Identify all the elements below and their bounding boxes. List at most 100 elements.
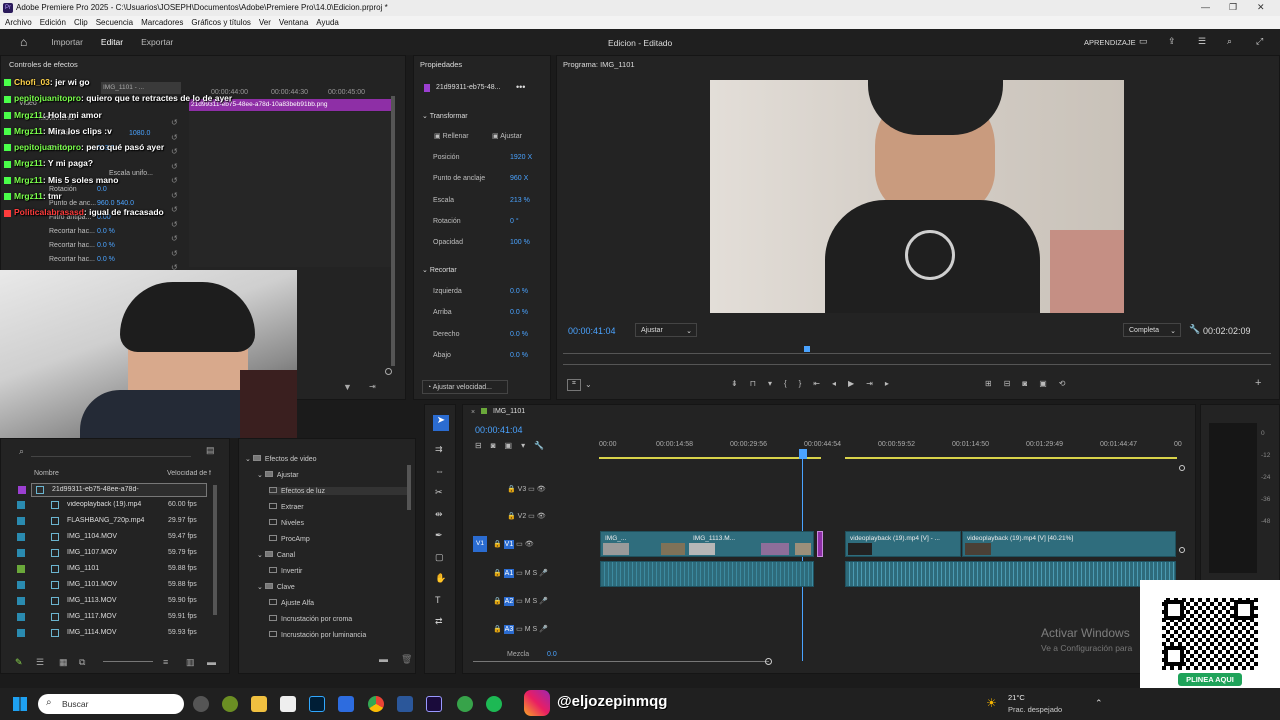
timeline-ruler[interactable]: 00:00 00:00:14:58 00:00:29:56 00:00:44:5… bbox=[599, 441, 1182, 457]
layout-icon[interactable]: ▭ bbox=[1139, 36, 1148, 47]
new-bin-icon[interactable]: ▤ bbox=[206, 445, 215, 456]
work-area-bar[interactable] bbox=[599, 457, 821, 459]
program-timecode[interactable]: 00:00:41:04 bbox=[568, 326, 616, 336]
label-color-swatch[interactable] bbox=[17, 597, 25, 605]
project-item[interactable]: IMG_1101 59.88 fps bbox=[15, 563, 211, 577]
prop-rotation-value[interactable]: 0 ° bbox=[510, 218, 519, 225]
ec-export-icon[interactable]: ⇥ bbox=[369, 382, 376, 391]
new-folder-icon[interactable]: ▬ bbox=[379, 654, 388, 664]
menu-secuencia[interactable]: Secuencia bbox=[96, 18, 133, 27]
safe-margin-icon[interactable]: ⌗ bbox=[567, 379, 581, 391]
label-color-swatch[interactable] bbox=[18, 486, 26, 494]
effects-folder[interactable]: ⌄ Efectos de video bbox=[245, 455, 317, 463]
track-a3-header[interactable]: 🔒 A3 ▭ M S 🎤 bbox=[493, 625, 548, 634]
menu-ver[interactable]: Ver bbox=[259, 18, 271, 27]
freeform-view-icon[interactable]: ⧉ bbox=[79, 657, 85, 668]
chrome-icon[interactable] bbox=[368, 696, 384, 712]
file-explorer-icon[interactable] bbox=[251, 696, 267, 712]
minimize-button[interactable]: — bbox=[1201, 2, 1210, 12]
project-item[interactable]: 21d99311-eb75-48ee-a78d- bbox=[18, 483, 207, 497]
effects-folder[interactable]: ⌄ Canal bbox=[257, 551, 295, 559]
col-name[interactable]: Nombre bbox=[34, 470, 59, 477]
project-item[interactable]: IMG_1113.MOV 59.90 fps bbox=[15, 595, 211, 609]
chevron-up-icon[interactable]: ⌃ bbox=[1095, 698, 1103, 709]
program-zoom-bar[interactable] bbox=[563, 364, 1271, 370]
ec-row-9-value[interactable]: 0.0 % bbox=[97, 242, 115, 249]
v1-clip-videoplayback-speed[interactable]: videoplayback (19).mp4 [V] [40.21%] bbox=[962, 531, 1176, 557]
crop-top-value[interactable]: 0.0 % bbox=[510, 309, 528, 316]
photoshop-icon[interactable] bbox=[309, 696, 325, 712]
taskbar-app-icon[interactable] bbox=[280, 696, 296, 712]
timeline-tab[interactable]: IMG_1101 bbox=[493, 408, 525, 415]
word-icon[interactable] bbox=[397, 696, 413, 712]
list-view-icon[interactable]: ☰ bbox=[36, 657, 44, 668]
effects-item[interactable]: Ajuste Alfa bbox=[269, 599, 314, 607]
timeline-vscroll-handle[interactable] bbox=[1179, 465, 1185, 471]
crop-bottom-value[interactable]: 0.0 % bbox=[510, 352, 528, 359]
chevron-down-icon[interactable]: ⌄ bbox=[245, 456, 253, 463]
a1-audio-clip-videoplayback[interactable] bbox=[845, 561, 1176, 587]
maximize-button[interactable]: ❐ bbox=[1229, 2, 1237, 13]
track-v3-header[interactable]: 🔒 V3 ▭ 👁 bbox=[507, 485, 546, 493]
mix-value[interactable]: 0.0 bbox=[547, 651, 557, 658]
effects-item[interactable]: Niveles bbox=[269, 519, 304, 527]
transform-section[interactable]: ⌄ Transformar bbox=[422, 112, 468, 120]
track-a1-header[interactable]: 🔒 A1 ▭ M S 🎤 bbox=[493, 569, 548, 578]
project-item[interactable]: IMG_1104.MOV 59.47 fps bbox=[15, 531, 211, 545]
program-ruler[interactable] bbox=[563, 346, 1271, 354]
work-area-bar[interactable] bbox=[845, 457, 1177, 459]
premiere-taskbar-icon[interactable] bbox=[426, 696, 442, 712]
more-icon[interactable]: ••• bbox=[516, 82, 525, 92]
project-scrollbar[interactable] bbox=[213, 485, 217, 615]
tab-exportar[interactable]: Exportar bbox=[141, 37, 173, 47]
effects-scrollbar[interactable] bbox=[407, 465, 411, 510]
menu-marcadores[interactable]: Marcadores bbox=[141, 18, 183, 27]
prop-opacity-value[interactable]: 100 % bbox=[510, 239, 530, 246]
menu-ventana[interactable]: Ventana bbox=[279, 18, 308, 27]
project-item[interactable]: videoplayback (19).mp4 60.00 fps bbox=[15, 499, 211, 513]
timeline-vscroll-handle[interactable] bbox=[1179, 547, 1185, 553]
effects-item[interactable]: ProcAmp bbox=[269, 535, 310, 543]
timeline-toolbar[interactable]: ⊟◙▣▾🔧 bbox=[475, 441, 553, 450]
menu-ayuda[interactable]: Ayuda bbox=[316, 18, 339, 27]
taskbar-app-icon[interactable] bbox=[193, 696, 209, 712]
taskbar-app-icon[interactable] bbox=[338, 696, 354, 712]
taskbar-app-icon[interactable] bbox=[222, 696, 238, 712]
project-item[interactable]: IMG_1107.MOV 59.79 fps bbox=[15, 547, 211, 561]
home-icon[interactable]: ⌂ bbox=[20, 35, 27, 49]
menu-archivo[interactable]: Archivo bbox=[5, 18, 32, 27]
program-extra-controls[interactable]: ⊞⊟◙▣⟲ bbox=[985, 379, 1078, 388]
menu-edicion[interactable]: Edición bbox=[40, 18, 66, 27]
folder-icon[interactable]: ▬ bbox=[207, 657, 216, 667]
ec-row-8-value[interactable]: 0.0 % bbox=[97, 228, 115, 235]
tab-editar[interactable]: Editar bbox=[101, 37, 123, 47]
quality-dropdown[interactable]: Completa ⌄ bbox=[1123, 323, 1181, 337]
crop-left-value[interactable]: 0.0 % bbox=[510, 288, 528, 295]
fit-fill-button[interactable]: ▣ Rellenar bbox=[434, 132, 469, 140]
timeline-playhead-line[interactable] bbox=[802, 455, 803, 661]
label-color-swatch[interactable] bbox=[17, 501, 25, 509]
effects-folder[interactable]: ⌄ Clave bbox=[257, 583, 295, 591]
menu-graficos[interactable]: Gráficos y títulos bbox=[191, 18, 251, 27]
program-playhead[interactable] bbox=[803, 346, 810, 352]
effects-item[interactable]: Invertir bbox=[269, 567, 302, 575]
pencil-icon[interactable]: ✎ bbox=[15, 657, 23, 668]
icon-view-icon[interactable]: ▦ bbox=[59, 657, 68, 668]
v1-clip-videoplayback[interactable]: videoplayback (19).mp4 [V] - ... bbox=[845, 531, 961, 557]
a1-audio-clip[interactable] bbox=[600, 561, 814, 587]
zoom-slider[interactable] bbox=[103, 661, 153, 662]
search-icon[interactable]: ⌕ bbox=[1227, 36, 1232, 47]
fullscreen-icon[interactable]: ⤢ bbox=[1256, 36, 1263, 47]
label-color-swatch[interactable] bbox=[17, 533, 25, 541]
search-icon[interactable]: ⌕ bbox=[19, 446, 24, 457]
add-button-icon[interactable]: + bbox=[1255, 377, 1261, 389]
effects-item[interactable]: Incrustación por luminancia bbox=[269, 631, 366, 639]
label-color-swatch[interactable] bbox=[17, 517, 25, 525]
tab-importar[interactable]: Importar bbox=[51, 37, 83, 47]
prop-scale-value[interactable]: 213 % bbox=[510, 197, 530, 204]
ec-row-10-value[interactable]: 0.0 % bbox=[97, 256, 115, 263]
spotify-icon[interactable] bbox=[486, 696, 502, 712]
effects-item[interactable]: Incrustación por croma bbox=[269, 615, 352, 623]
automate-icon[interactable]: ▥ bbox=[186, 657, 195, 668]
filter-icon[interactable]: ▼ bbox=[343, 382, 352, 392]
